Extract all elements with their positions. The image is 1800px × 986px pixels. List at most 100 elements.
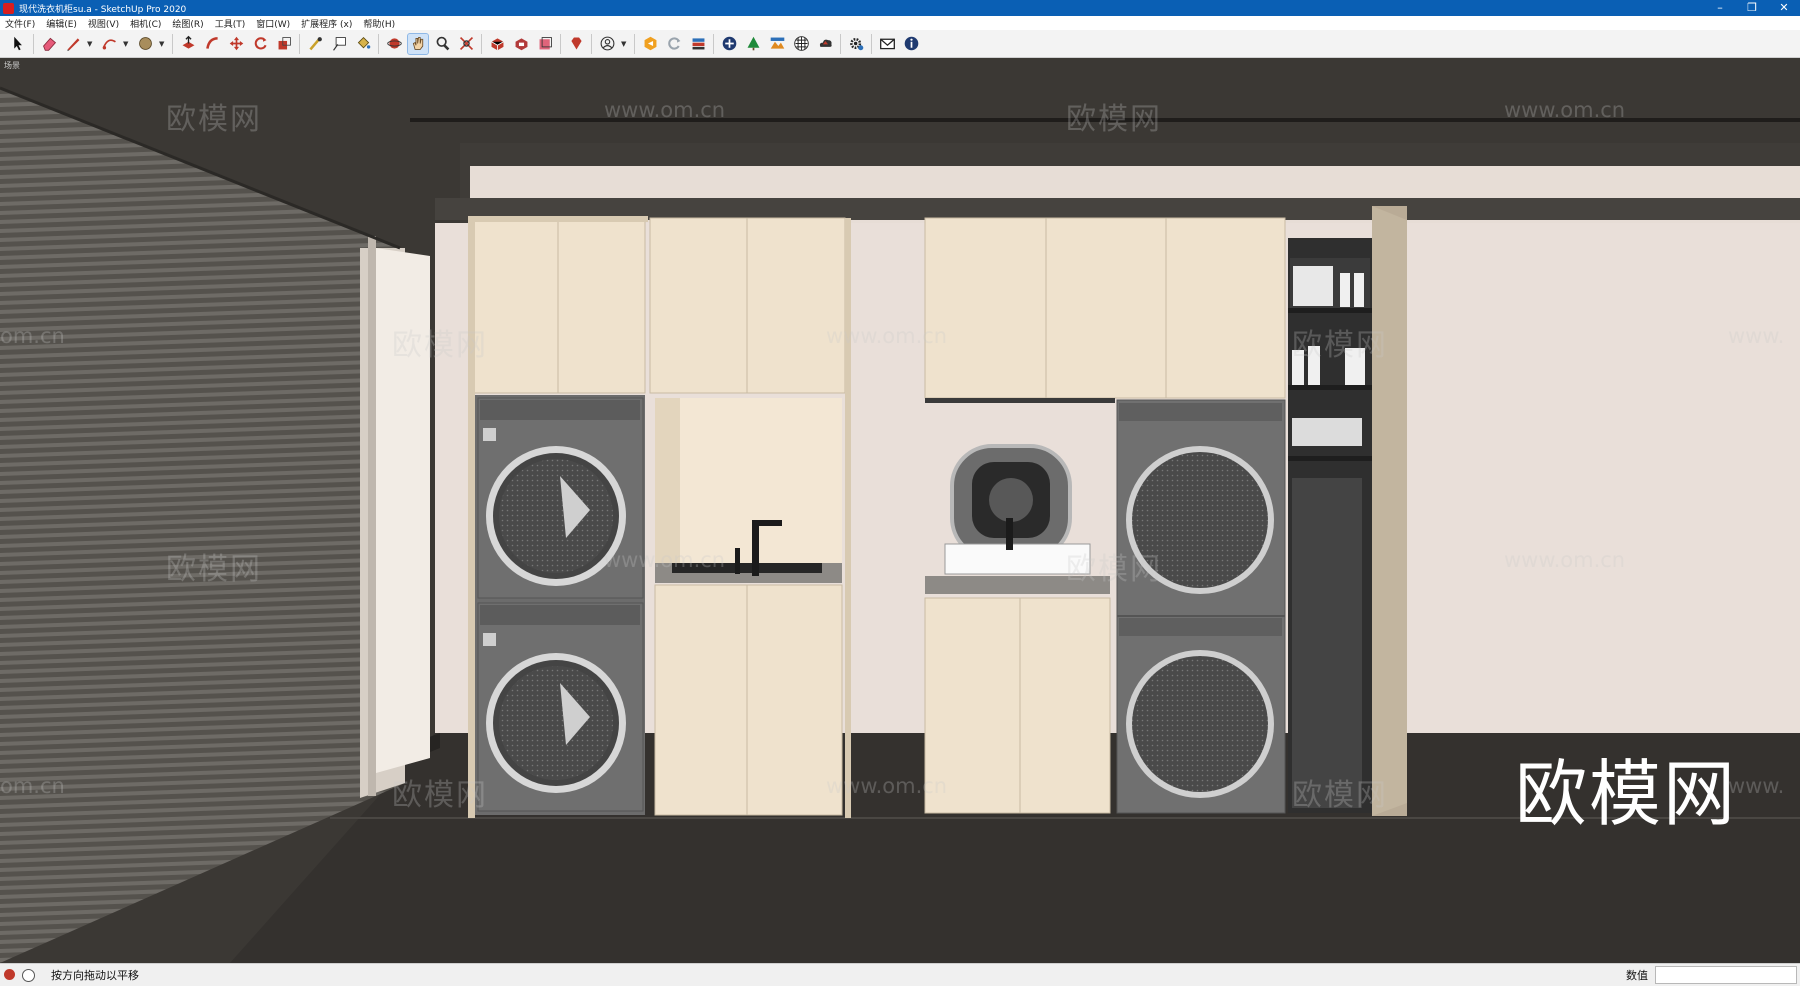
shape-tool-button[interactable] — [135, 34, 155, 54]
menu-edit[interactable]: 编辑(E) — [41, 17, 83, 30]
watermark-text: 欧模网 — [392, 778, 488, 813]
minimize-button[interactable]: – — [1704, 0, 1736, 16]
push-pull-tool-button[interactable] — [178, 34, 198, 54]
ruby-gem-icon — [570, 37, 582, 50]
toolbar-separator — [840, 33, 841, 54]
watermark-text: 欧模网 — [392, 328, 488, 363]
orange-plugin-icon — [644, 36, 656, 51]
warehouse-button[interactable] — [487, 34, 507, 54]
toolbar: ▼ ▼ ▼ ▼ — [0, 30, 1800, 58]
orbit-icon — [386, 38, 402, 49]
account-button[interactable] — [597, 34, 617, 54]
line-tool-dropdown[interactable]: ▼ — [87, 40, 95, 48]
watermark-url: www. — [1728, 324, 1785, 348]
rotate-icon — [254, 37, 267, 50]
watermark-text: 欧模网 — [1292, 778, 1388, 813]
title-bar: 现代洗衣机柜su.a - SketchUp Pro 2020 – ❐ ✕ — [0, 0, 1800, 16]
menu-window[interactable]: 窗口(W) — [251, 17, 296, 30]
follow-me-icon — [205, 37, 218, 49]
toolbar-separator — [172, 33, 173, 54]
user-account-icon — [600, 36, 614, 51]
tree-plugin-button[interactable] — [743, 34, 763, 54]
extension-warehouse-button[interactable] — [511, 34, 531, 54]
watermark-url: www.om.cn — [1504, 548, 1626, 572]
tree-icon — [747, 36, 759, 51]
select-tool-button[interactable] — [8, 34, 28, 54]
magnifier-icon — [436, 36, 449, 51]
eraser-tool-button[interactable] — [39, 34, 59, 54]
restore-button[interactable]: ❐ — [1736, 0, 1768, 16]
refresh-icon — [667, 37, 680, 50]
terrain-icon — [770, 37, 784, 49]
checker-plugin-button[interactable] — [791, 34, 811, 54]
menu-file[interactable]: 文件(F) — [0, 17, 41, 30]
measurements-input[interactable] — [1655, 966, 1797, 984]
toolbar-separator — [634, 33, 635, 54]
text-label-icon — [332, 37, 346, 51]
watermark-text: 欧模网 — [166, 552, 262, 587]
move-tool-button[interactable] — [226, 34, 246, 54]
add-plugin-button[interactable] — [719, 34, 739, 54]
line-tool-button[interactable] — [63, 34, 83, 54]
account-dropdown[interactable]: ▼ — [621, 40, 629, 48]
info-plugin-button[interactable] — [901, 34, 921, 54]
geo-location-icon[interactable] — [4, 969, 15, 980]
orbit-tool-button[interactable] — [384, 34, 404, 54]
menu-extensions[interactable]: 扩展程序 (x) — [296, 17, 358, 30]
eraser-icon — [42, 37, 56, 51]
plus-circle-icon — [722, 36, 736, 51]
ruby-console-button[interactable] — [566, 34, 586, 54]
credits-info-icon[interactable] — [22, 969, 35, 982]
mail-plugin-button[interactable] — [877, 34, 897, 54]
sketchup-logo-icon — [3, 2, 14, 14]
follow-me-tool-button[interactable] — [202, 34, 222, 54]
menu-tools[interactable]: 工具(T) — [210, 17, 252, 30]
rotate-tool-button[interactable] — [250, 34, 270, 54]
cloud-plugin-button[interactable] — [815, 34, 835, 54]
stack-plugin-button[interactable] — [688, 34, 708, 54]
menu-camera[interactable]: 相机(C) — [125, 17, 167, 30]
tape-measure-tool-button[interactable] — [305, 34, 325, 54]
watermark-url: www.om.cn — [604, 98, 726, 122]
text-tool-button[interactable] — [329, 34, 349, 54]
refresh-plugin-button[interactable] — [664, 34, 684, 54]
status-bar: 按方向拖动以平移 数值 — [0, 963, 1800, 986]
envelope-icon — [879, 38, 895, 50]
3d-warehouse-icon — [490, 38, 504, 51]
scene-tab-label[interactable]: 场景 — [4, 60, 20, 71]
watermark-text: 欧模网 — [166, 102, 262, 137]
arc-tool-dropdown[interactable]: ▼ — [123, 40, 131, 48]
brand-watermark: 欧模网 — [1515, 752, 1738, 836]
toolbar-separator — [481, 33, 482, 54]
layout-button[interactable] — [535, 34, 555, 54]
toolbar-separator — [871, 33, 872, 54]
close-button[interactable]: ✕ — [1768, 0, 1800, 16]
watermark-url: www.om.cn — [1504, 98, 1626, 122]
plugin-orange-button[interactable] — [640, 34, 660, 54]
arc-tool-button[interactable] — [99, 34, 119, 54]
toolbar-separator — [378, 33, 379, 54]
zoom-extents-icon — [459, 36, 473, 51]
cloud-upload-icon — [819, 39, 832, 47]
measurements-label: 数值 — [1626, 969, 1648, 982]
menu-help[interactable]: 帮助(H) — [358, 17, 401, 30]
watermark-url: om.cn — [0, 324, 65, 348]
toolbar-separator — [299, 33, 300, 54]
push-pull-icon — [182, 35, 194, 49]
paint-bucket-tool-button[interactable] — [353, 34, 373, 54]
watermark-text: 欧模网 — [1066, 102, 1162, 137]
zoom-extents-tool-button[interactable] — [456, 34, 476, 54]
window-title: 现代洗衣机柜su.a - SketchUp Pro 2020 — [19, 4, 187, 15]
settings-plugin-button[interactable] — [846, 34, 866, 54]
zoom-tool-button[interactable] — [432, 34, 452, 54]
stack-layers-icon — [692, 38, 704, 50]
pan-tool-button[interactable] — [407, 32, 429, 55]
watermark-url: www.om.cn — [826, 774, 948, 798]
watermark-text: 欧模网 — [1066, 552, 1162, 587]
scale-tool-button[interactable] — [274, 34, 294, 54]
menu-draw[interactable]: 绘图(R) — [167, 17, 209, 30]
shape-tool-dropdown[interactable]: ▼ — [159, 40, 167, 48]
extension-warehouse-icon — [515, 38, 527, 51]
menu-view[interactable]: 视图(V) — [83, 17, 125, 30]
terrain-plugin-button[interactable] — [767, 34, 787, 54]
